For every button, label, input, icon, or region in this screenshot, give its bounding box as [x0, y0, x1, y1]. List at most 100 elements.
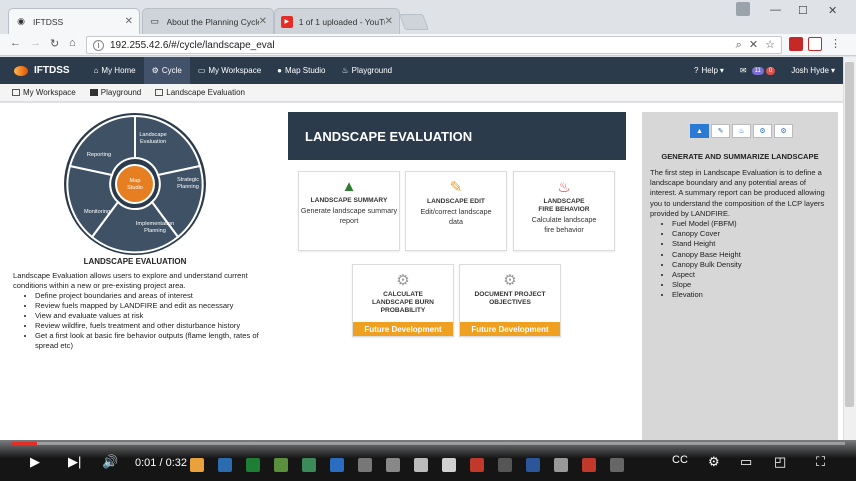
description-text: Landscape Evaluation allows users to exp… — [13, 271, 248, 290]
panel-title: GENERATE AND SUMMARIZE LANDSCAPE — [661, 152, 819, 161]
video-controls — [0, 440, 856, 481]
list-item: Review wildfire, fuels treatment and oth… — [35, 321, 263, 331]
menu-icon[interactable]: ⋮ — [830, 37, 841, 50]
url-input[interactable]: i 192.255.42.6/#/cycle/landscape_eval ⌕ … — [86, 36, 782, 54]
taskbar-app-icon[interactable] — [554, 458, 568, 472]
nav-map-studio[interactable]: ● Map Studio — [269, 57, 333, 84]
card-landscape-summary[interactable]: ▲ LANDSCAPE SUMMARY Generate landscape s… — [298, 171, 400, 251]
tab-planning-cycle[interactable]: ▭ About the Planning Cycle ✕ — [142, 8, 274, 34]
nav-cycle[interactable]: ⚙ Cycle — [143, 57, 190, 84]
main-content: Map Studio Landscape Evaluation Strategic P… — [0, 103, 843, 440]
nav-help[interactable]: ? Help ▾ — [686, 57, 732, 84]
card-document-objectives[interactable]: ⚙ DOCUMENT PROJECT OBJECTIVES Future Dev… — [459, 264, 561, 337]
forward-icon[interactable]: → — [30, 37, 41, 49]
gear-icon[interactable]: ⚙ — [774, 124, 793, 138]
breadcrumb-landscape-evaluation[interactable]: Landscape Evaluation — [155, 88, 245, 97]
brand[interactable]: IFTDSS — [14, 65, 70, 76]
breadcrumb-my-workspace[interactable]: My Workspace — [12, 88, 76, 97]
close-icon[interactable]: ✕ — [259, 16, 267, 27]
settings-icon[interactable]: ⚙ — [708, 454, 720, 470]
question-icon: ? — [693, 66, 699, 75]
close-icon[interactable]: ✕ — [385, 16, 393, 27]
minimize-icon[interactable]: — — [770, 4, 781, 16]
taskbar-app-icon[interactable] — [218, 458, 232, 472]
panel-tabs: ▲ ✎ ♨ ⚙ ⚙ — [690, 124, 793, 138]
nav-label: My Workspace — [208, 66, 262, 75]
reload-icon[interactable]: ↻ — [50, 37, 59, 50]
scrollbar-thumb[interactable] — [845, 62, 854, 407]
list-item: Slope — [672, 280, 834, 290]
pencil-icon[interactable]: ✎ — [711, 124, 730, 138]
list-item: Canopy Base Height — [672, 250, 834, 260]
new-tab-button[interactable] — [399, 14, 429, 30]
tab-youtube[interactable]: ▶ 1 of 1 uploaded - YouTu ✕ — [274, 8, 400, 34]
star-icon[interactable]: ☆ — [765, 39, 775, 51]
zoom-icon[interactable]: ⌕ — [736, 39, 742, 51]
next-icon[interactable]: ▶| — [68, 454, 81, 470]
gear-icon: ⚙ — [151, 66, 159, 75]
taskbar-app-icon[interactable] — [274, 458, 288, 472]
home-icon[interactable]: ⌂ — [69, 37, 76, 49]
fire-icon[interactable]: ♨ — [732, 124, 751, 138]
iftdss-logo-icon — [14, 65, 28, 76]
caret-down-icon: ▾ — [830, 66, 835, 75]
nav-user-menu[interactable]: Josh Hyde ▾ — [783, 57, 843, 84]
url-text: 192.255.42.6/#/cycle/landscape_eval — [110, 39, 275, 51]
list-item: Canopy Bulk Density — [672, 260, 834, 270]
list-item: Elevation — [672, 290, 834, 300]
taskbar-app-icon[interactable] — [498, 458, 512, 472]
play-icon[interactable]: ▶ — [30, 454, 40, 470]
taskbar-app-icon[interactable] — [442, 458, 456, 472]
taskbar-app-icon[interactable] — [358, 458, 372, 472]
address-bar: ← → ↻ ⌂ i 192.255.42.6/#/cycle/landscape… — [0, 34, 856, 56]
card-desc: Generate landscape summary report — [300, 206, 398, 225]
extension-icon[interactable] — [789, 37, 803, 51]
planning-cycle-diagram: Map Studio Landscape Evaluation Strategic P… — [60, 111, 210, 261]
taskbar-app-icon[interactable] — [414, 458, 428, 472]
close-icon[interactable]: ✕ — [125, 16, 133, 27]
nav-notifications[interactable]: ✉ 11 0 — [732, 57, 783, 84]
cycle-description: Landscape Evaluation allows users to exp… — [13, 271, 263, 351]
taskbar-app-icon[interactable] — [302, 458, 316, 472]
nav-my-workspace[interactable]: ▭ My Workspace — [190, 57, 269, 84]
tree-icon[interactable]: ▲ — [690, 124, 709, 138]
tab-iftdss[interactable]: ◉ IFTDSS ✕ — [8, 8, 140, 34]
nav-label: Help — [701, 66, 718, 75]
info-icon[interactable]: i — [93, 39, 104, 51]
miniplayer-icon[interactable]: ▭ — [740, 454, 752, 470]
cast-icon[interactable]: ◰ — [774, 454, 786, 470]
taskbar-app-icon[interactable] — [582, 458, 596, 472]
card-burn-probability[interactable]: ⚙ CALCULATE LANDSCAPE BURN PROBABILITY F… — [352, 264, 454, 337]
breadcrumb-playground[interactable]: Playground — [89, 88, 141, 97]
card-landscape-fire-behavior[interactable]: ♨ LANDSCAPE FIRE BEHAVIOR Calculate land… — [513, 171, 615, 251]
tree-icon: ▲ — [341, 178, 357, 195]
profile-icon[interactable] — [736, 2, 750, 16]
back-icon[interactable]: ← — [10, 37, 21, 49]
taskbar-app-icon[interactable] — [526, 458, 540, 472]
brand-name: IFTDSS — [34, 65, 70, 76]
nav-my-home[interactable]: ⌂ My Home — [86, 57, 144, 84]
window-close-icon[interactable]: ✕ — [828, 4, 837, 17]
taskbar-app-icon[interactable] — [330, 458, 344, 472]
pdf-extension-icon[interactable] — [808, 37, 822, 51]
gear-icon[interactable]: ⚙ — [753, 124, 772, 138]
taskbar-app-icon[interactable] — [386, 458, 400, 472]
taskbar-app-icon[interactable] — [246, 458, 260, 472]
maximize-icon[interactable]: ☐ — [798, 4, 808, 17]
card-landscape-edit[interactable]: ✎ LANDSCAPE EDIT Edit/correct landscape … — [405, 171, 507, 251]
taskbar-app-icon[interactable] — [190, 458, 204, 472]
list-item: Canopy Cover — [672, 229, 834, 239]
fullscreen-icon[interactable]: ⛶ — [816, 454, 825, 470]
nav-playground[interactable]: ♨ Playground — [333, 57, 400, 84]
taskbar-app-icon[interactable] — [610, 458, 624, 472]
page-icon: ▭ — [150, 16, 160, 26]
map-studio-center[interactable] — [115, 164, 155, 204]
volume-icon[interactable]: 🔊 — [102, 454, 118, 470]
taskbar-app-icon[interactable] — [470, 458, 484, 472]
captions-icon[interactable]: CC — [672, 454, 688, 466]
translate-icon[interactable]: ✕ — [749, 39, 758, 51]
list-item: Stand Height — [672, 239, 834, 249]
segment-label: Landscape Evaluation — [139, 132, 166, 145]
youtube-icon: ▶ — [281, 15, 293, 28]
video-progress-bar[interactable] — [12, 442, 845, 445]
